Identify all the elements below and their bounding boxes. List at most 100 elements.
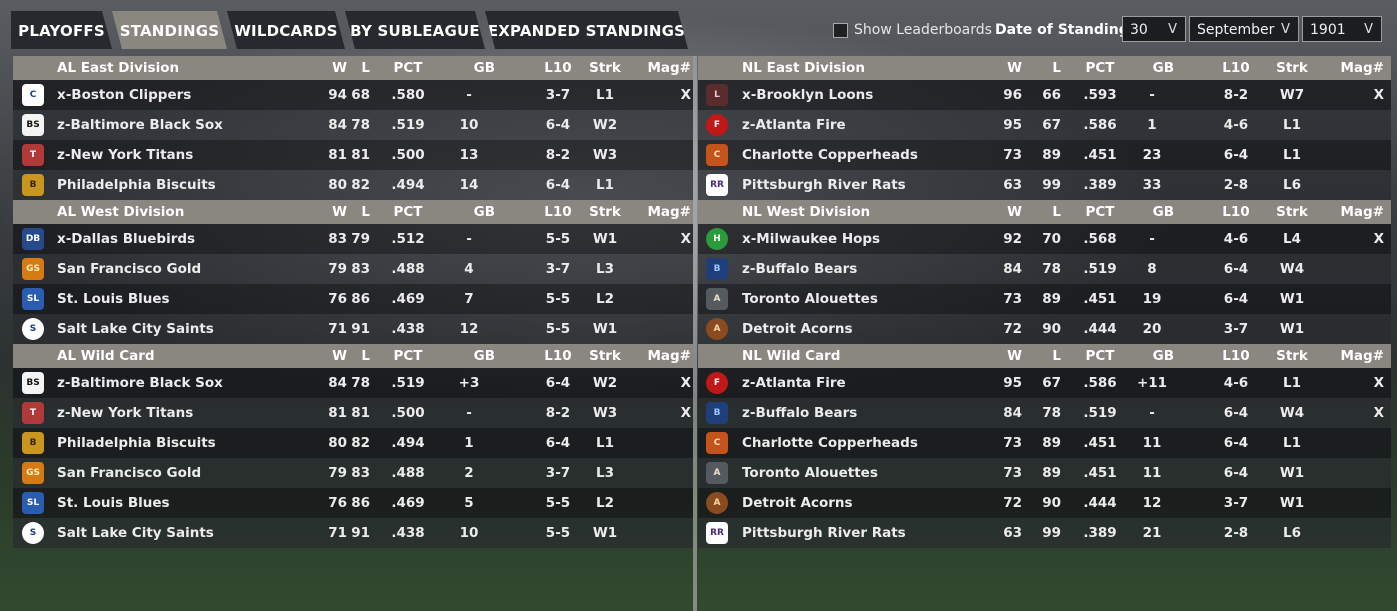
team-name[interactable]: Salt Lake City Saints bbox=[57, 518, 214, 548]
table-row[interactable]: C Charlotte Copperheads 73 89 .451 11 6-4 L1 bbox=[698, 428, 1391, 458]
table-row[interactable]: S Salt Lake City Saints 71 91 .438 12 5-5 W1 bbox=[13, 314, 693, 344]
column-header-strk[interactable]: Strk bbox=[585, 344, 625, 368]
team-name[interactable]: Pittsburgh River Rats bbox=[742, 170, 906, 200]
table-row[interactable]: C Charlotte Copperheads 73 89 .451 23 6-4 L1 bbox=[698, 140, 1391, 170]
column-header-l[interactable]: L bbox=[1035, 56, 1061, 80]
tab-by-subleague[interactable]: BY SUBLEAGUE bbox=[345, 11, 485, 49]
team-name[interactable]: Detroit Acorns bbox=[742, 314, 853, 344]
team-name[interactable]: San Francisco Gold bbox=[57, 458, 201, 488]
table-row[interactable]: A Toronto Alouettes 73 89 .451 19 6-4 W1 bbox=[698, 284, 1391, 314]
table-row[interactable]: RR Pittsburgh River Rats 63 99 .389 21 2-8 L6 bbox=[698, 518, 1391, 548]
show-leaderboards-toggle[interactable]: Show Leaderboards bbox=[833, 11, 992, 49]
team-name[interactable]: x-Milwaukee Hops bbox=[742, 224, 880, 254]
table-row[interactable]: A Toronto Alouettes 73 89 .451 11 6-4 W1 bbox=[698, 458, 1391, 488]
table-row[interactable]: GS San Francisco Gold 79 83 .488 4 3-7 L3 bbox=[13, 254, 693, 284]
column-header-pct[interactable]: PCT bbox=[1070, 200, 1130, 224]
table-row[interactable]: B Philadelphia Biscuits 80 82 .494 14 6-4 L1 bbox=[13, 170, 693, 200]
table-row[interactable]: GS San Francisco Gold 79 83 .488 2 3-7 L3 bbox=[13, 458, 693, 488]
team-name[interactable]: St. Louis Blues bbox=[57, 488, 170, 518]
team-name[interactable]: z-Atlanta Fire bbox=[742, 368, 846, 398]
table-row[interactable]: Cx-Boston Clippers 94 68 .580 - 3-7 L1 X bbox=[13, 80, 693, 110]
column-header-l10[interactable]: L10 bbox=[528, 200, 588, 224]
column-header-l10[interactable]: L10 bbox=[1206, 344, 1266, 368]
column-header-gb[interactable]: GB bbox=[1130, 200, 1174, 224]
year-select[interactable]: 1901 V bbox=[1302, 16, 1382, 42]
column-header-pct[interactable]: PCT bbox=[378, 344, 438, 368]
column-header-mag[interactable]: Mag# bbox=[1328, 56, 1384, 80]
column-header-w[interactable]: W bbox=[283, 56, 347, 80]
column-header-gb[interactable]: GB bbox=[1130, 344, 1174, 368]
table-row[interactable]: Bz-Buffalo Bears 84 78 .519 - 6-4 W4 X bbox=[698, 398, 1391, 428]
team-name[interactable]: Detroit Acorns bbox=[742, 488, 853, 518]
team-name[interactable]: x-Brooklyn Loons bbox=[742, 80, 873, 110]
table-row[interactable]: Fz-Atlanta Fire 95 67 .586 +11 4-6 L1 X bbox=[698, 368, 1391, 398]
column-header-strk[interactable]: Strk bbox=[1260, 200, 1324, 224]
table-row[interactable]: S Salt Lake City Saints 71 91 .438 10 5-5 W1 bbox=[13, 518, 693, 548]
column-header-mag[interactable]: Mag# bbox=[635, 200, 691, 224]
team-name[interactable]: x-Dallas Bluebirds bbox=[57, 224, 195, 254]
team-name[interactable]: z-Baltimore Black Sox bbox=[57, 368, 223, 398]
team-name[interactable]: Charlotte Copperheads bbox=[742, 140, 918, 170]
team-name[interactable]: San Francisco Gold bbox=[57, 254, 201, 284]
column-header-l[interactable]: L bbox=[1035, 200, 1061, 224]
table-row[interactable]: SL St. Louis Blues 76 86 .469 5 5-5 L2 bbox=[13, 488, 693, 518]
table-row[interactable]: DB x-Dallas Bluebirds 83 79 .512 - 5-5 W1 X bbox=[13, 224, 693, 254]
month-select[interactable]: September V bbox=[1189, 16, 1299, 42]
team-name[interactable]: z-New York Titans bbox=[57, 398, 193, 428]
tab-playoffs[interactable]: PLAYOFFS bbox=[11, 11, 112, 49]
column-header-pct[interactable]: PCT bbox=[1070, 56, 1130, 80]
table-row[interactable]: BS z-Baltimore Black Sox 84 78 .519 10 6-4 W2 bbox=[13, 110, 693, 140]
column-header-strk[interactable]: Strk bbox=[585, 200, 625, 224]
team-name[interactable]: Philadelphia Biscuits bbox=[57, 170, 216, 200]
table-row[interactable]: Hx-Milwaukee Hops 92 70 .568 - 4-6 L4 X bbox=[698, 224, 1391, 254]
column-header-gb[interactable]: GB bbox=[443, 56, 495, 80]
column-header-mag[interactable]: Mag# bbox=[1328, 344, 1384, 368]
column-header-strk[interactable]: Strk bbox=[1260, 344, 1324, 368]
column-header-l[interactable]: L bbox=[340, 56, 370, 80]
column-header-strk[interactable]: Strk bbox=[585, 56, 625, 80]
column-header-l10[interactable]: L10 bbox=[1206, 200, 1266, 224]
table-row[interactable]: A Detroit Acorns 72 90 .444 12 3-7 W1 bbox=[698, 488, 1391, 518]
table-row[interactable]: SL St. Louis Blues 76 86 .469 7 5-5 L2 bbox=[13, 284, 693, 314]
column-header-pct[interactable]: PCT bbox=[378, 200, 438, 224]
column-header-w[interactable]: W bbox=[283, 344, 347, 368]
column-header-l[interactable]: L bbox=[340, 344, 370, 368]
column-header-strk[interactable]: Strk bbox=[1260, 56, 1324, 80]
column-header-w[interactable]: W bbox=[972, 344, 1022, 368]
column-header-mag[interactable]: Mag# bbox=[635, 56, 691, 80]
column-header-l[interactable]: L bbox=[1035, 344, 1061, 368]
table-row[interactable]: Tz-New York Titans 81 81 .500 13 8-2 W3 bbox=[13, 140, 693, 170]
tab-standings[interactable]: STANDINGS bbox=[112, 11, 227, 49]
column-header-gb[interactable]: GB bbox=[1130, 56, 1174, 80]
table-row[interactable]: BS z-Baltimore Black Sox 84 78 .519 +3 6-4 W2 X bbox=[13, 368, 693, 398]
team-name[interactable]: z-Baltimore Black Sox bbox=[57, 110, 223, 140]
team-name[interactable]: z-Buffalo Bears bbox=[742, 398, 857, 428]
table-row[interactable]: Fz-Atlanta Fire 95 67 .586 1 4-6 L1 bbox=[698, 110, 1391, 140]
tab-wildcards[interactable]: WILDCARDS bbox=[227, 11, 345, 49]
table-row[interactable]: Bz-Buffalo Bears 84 78 .519 8 6-4 W4 bbox=[698, 254, 1391, 284]
column-header-l[interactable]: L bbox=[340, 200, 370, 224]
column-header-pct[interactable]: PCT bbox=[1070, 344, 1130, 368]
column-header-gb[interactable]: GB bbox=[443, 200, 495, 224]
show-leaderboards-checkbox[interactable] bbox=[833, 22, 848, 38]
column-header-mag[interactable]: Mag# bbox=[635, 344, 691, 368]
column-header-pct[interactable]: PCT bbox=[378, 56, 438, 80]
table-row[interactable]: A Detroit Acorns 72 90 .444 20 3-7 W1 bbox=[698, 314, 1391, 344]
team-name[interactable]: z-Atlanta Fire bbox=[742, 110, 846, 140]
team-name[interactable]: St. Louis Blues bbox=[57, 284, 170, 314]
tab-expanded-standings[interactable]: EXPANDED STANDINGS bbox=[485, 11, 688, 49]
day-select[interactable]: 30 V bbox=[1122, 16, 1186, 42]
table-row[interactable]: B Philadelphia Biscuits 80 82 .494 1 6-4 L1 bbox=[13, 428, 693, 458]
team-name[interactable]: z-Buffalo Bears bbox=[742, 254, 857, 284]
table-row[interactable]: Tz-New York Titans 81 81 .500 - 8-2 W3 X bbox=[13, 398, 693, 428]
column-header-l10[interactable]: L10 bbox=[528, 56, 588, 80]
column-header-mag[interactable]: Mag# bbox=[1328, 200, 1384, 224]
table-row[interactable]: Lx-Brooklyn Loons 96 66 .593 - 8-2 W7 X bbox=[698, 80, 1391, 110]
team-name[interactable]: z-New York Titans bbox=[57, 140, 193, 170]
column-header-l10[interactable]: L10 bbox=[528, 344, 588, 368]
table-row[interactable]: RR Pittsburgh River Rats 63 99 .389 33 2-8 L6 bbox=[698, 170, 1391, 200]
column-header-l10[interactable]: L10 bbox=[1206, 56, 1266, 80]
team-name[interactable]: Charlotte Copperheads bbox=[742, 428, 918, 458]
column-header-gb[interactable]: GB bbox=[443, 344, 495, 368]
team-name[interactable]: Toronto Alouettes bbox=[742, 284, 878, 314]
